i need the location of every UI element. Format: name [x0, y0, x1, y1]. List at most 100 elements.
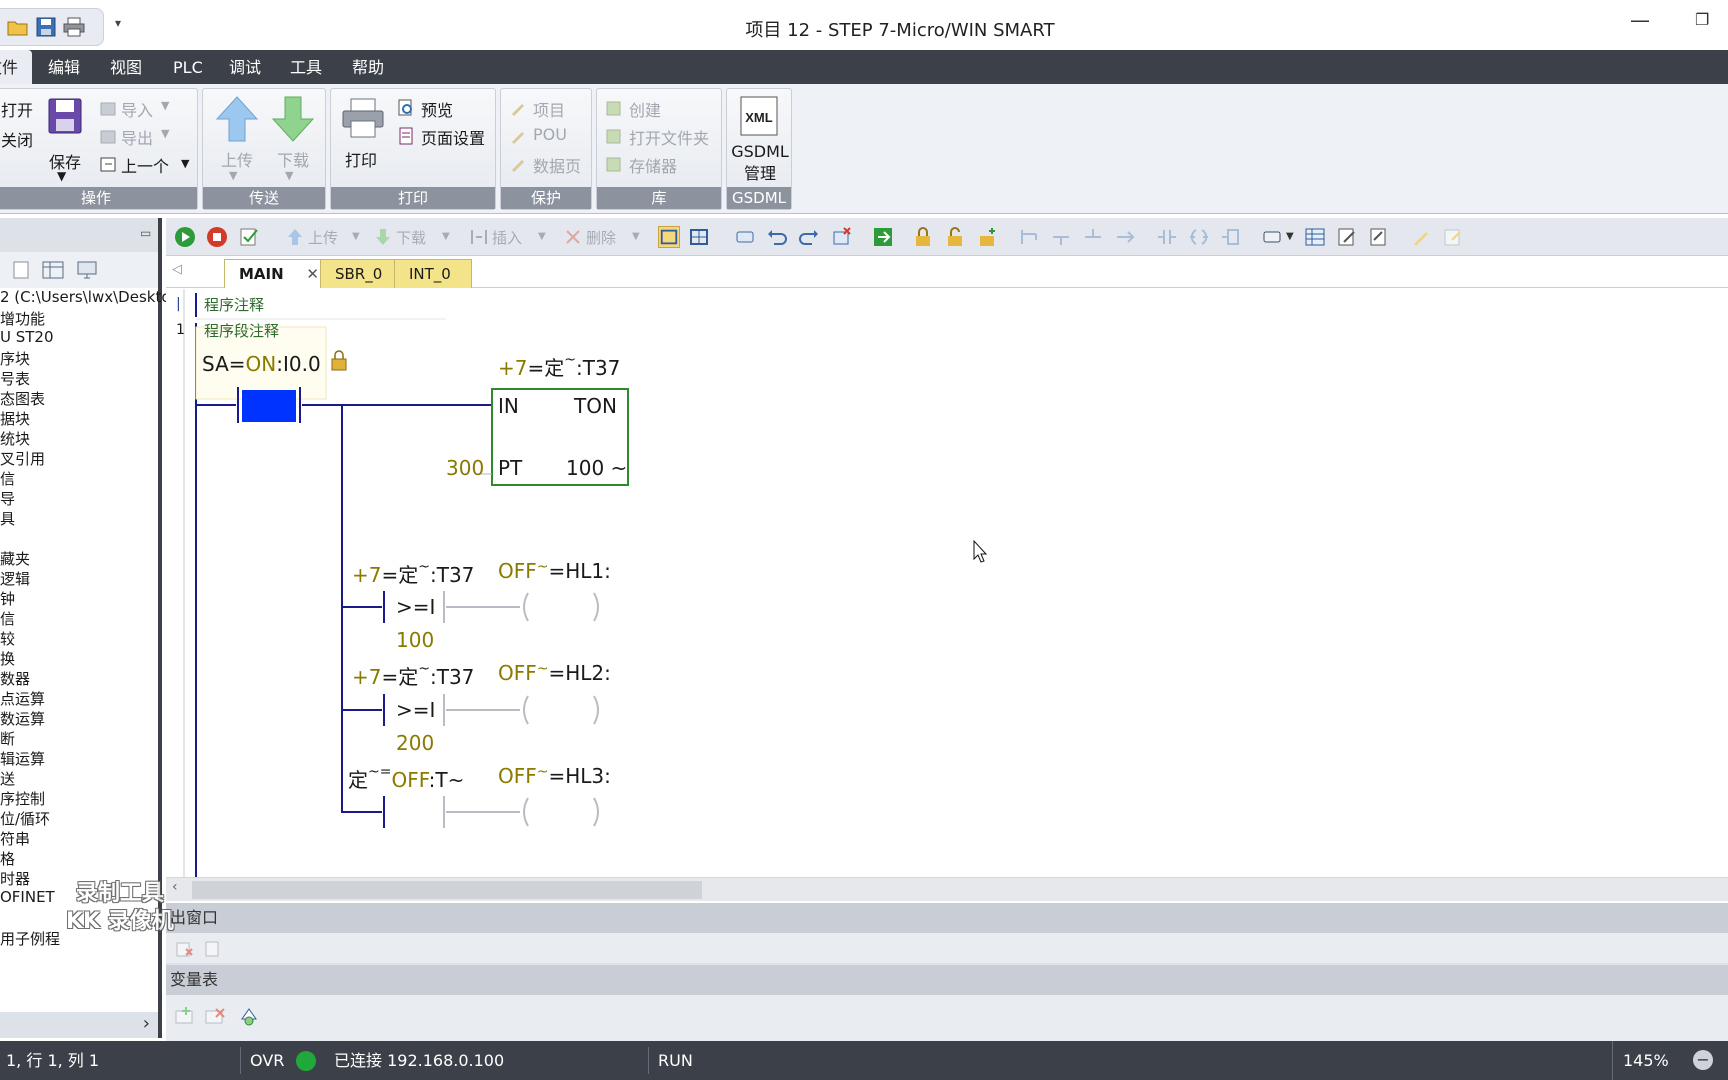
tree-item[interactable]: 2 (C:\Users\lwx\Desktop: [0, 288, 180, 306]
import-button[interactable]: 导入: [121, 97, 153, 121]
menu-debug[interactable]: 调试: [229, 50, 261, 84]
chevron-right-icon[interactable]: ›: [143, 1013, 150, 1034]
page-setup-button[interactable]: 页面设置: [421, 125, 485, 149]
insert-button[interactable]: 插入: [492, 227, 522, 248]
library-memory-button[interactable]: 存储器: [629, 153, 677, 177]
tree-item[interactable]: 逻辑: [0, 568, 30, 589]
monitor-icon[interactable]: [76, 260, 98, 280]
tree-item[interactable]: 导: [0, 488, 15, 509]
protect-project-button[interactable]: 项目: [533, 97, 565, 121]
unlock-icon[interactable]: [944, 226, 966, 248]
export-button[interactable]: 导出: [121, 125, 153, 149]
previous-button[interactable]: 上一个: [121, 153, 169, 177]
print-button[interactable]: 打印: [345, 147, 377, 171]
table-icon[interactable]: [42, 260, 64, 280]
toolbar-download-button[interactable]: 下载: [396, 227, 426, 248]
tree-item[interactable]: 序控制: [0, 788, 45, 809]
symbol-dropdown-icon[interactable]: ▼: [1286, 231, 1294, 242]
compare2-operand[interactable]: 200: [396, 731, 434, 755]
menu-view[interactable]: 视图: [110, 50, 142, 84]
create-library-button[interactable]: 创建: [629, 97, 661, 121]
gsdml-manage-button[interactable]: GSDML 管理: [731, 141, 789, 185]
menu-help[interactable]: 帮助: [352, 50, 384, 84]
tree-item[interactable]: 增功能: [0, 308, 45, 329]
tree-item[interactable]: 辑运算: [0, 748, 45, 769]
tree-item[interactable]: 统块: [0, 428, 30, 449]
tab-scroll-left-icon[interactable]: ◁: [172, 262, 182, 277]
lock-icon[interactable]: [912, 226, 934, 248]
tree-item[interactable]: 藏夹: [0, 548, 30, 569]
tree-item[interactable]: 位/循环: [0, 808, 50, 829]
menu-file[interactable]: 文件: [0, 50, 32, 84]
menu-plc[interactable]: PLC: [173, 50, 203, 84]
comment-box-icon[interactable]: [734, 226, 756, 248]
tree-item[interactable]: 信: [0, 608, 15, 629]
previous-dropdown-icon[interactable]: ▼: [181, 157, 189, 170]
redo-icon[interactable]: [798, 226, 820, 248]
tree-item[interactable]: OFINET: [0, 888, 55, 906]
toolbar-upload-button[interactable]: 上传: [308, 227, 338, 248]
status-chart-icon[interactable]: [688, 226, 710, 248]
editor-horizontal-scrollbar[interactable]: ‹: [166, 877, 1728, 901]
tab-int0[interactable]: INT_0: [394, 259, 472, 288]
tree-item[interactable]: 点运算: [0, 688, 45, 709]
close-icon[interactable]: ✕: [306, 260, 319, 289]
open-button[interactable]: 打开: [1, 97, 33, 121]
properties-icon[interactable]: [12, 260, 30, 280]
open-library-folder-button[interactable]: 打开文件夹: [629, 125, 709, 149]
clear-output-icon[interactable]: [174, 939, 194, 959]
timer-pt-value[interactable]: 300: [446, 456, 484, 480]
copy-output-icon[interactable]: [202, 939, 222, 959]
clear-icon[interactable]: [830, 226, 852, 248]
tree-item[interactable]: 据块: [0, 408, 30, 429]
tab-main[interactable]: MAIN ✕: [224, 259, 328, 288]
compare1-operand[interactable]: 100: [396, 628, 434, 652]
tree-item[interactable]: 用子例程: [0, 928, 60, 949]
tab-sbr0[interactable]: SBR_0: [320, 259, 400, 288]
tree-item[interactable]: 序块: [0, 348, 30, 369]
tree-item[interactable]: 号表: [0, 368, 30, 389]
program-status-icon[interactable]: [658, 226, 680, 248]
menu-tools[interactable]: 工具: [290, 50, 322, 84]
tree-item[interactable]: 钟: [0, 588, 15, 609]
insert-row-icon[interactable]: [174, 1005, 196, 1027]
close-button[interactable]: 关闭: [1, 127, 33, 151]
tree-item[interactable]: 换: [0, 648, 15, 669]
tree-item[interactable]: 态图表: [0, 388, 45, 409]
download-button[interactable]: 下载: [277, 147, 309, 171]
tree-item[interactable]: 数器: [0, 668, 30, 689]
symbol-tag-icon[interactable]: [1262, 226, 1284, 248]
upload-button[interactable]: 上传: [221, 147, 253, 171]
tree-item[interactable]: U ST20: [0, 328, 54, 346]
goto-icon[interactable]: [872, 226, 894, 248]
protect-pou-button[interactable]: POU: [533, 125, 567, 144]
unlock-all-icon[interactable]: [976, 226, 998, 248]
tree-item[interactable]: 符串: [0, 828, 30, 849]
scrollbar-thumb[interactable]: [192, 881, 702, 899]
tree-item[interactable]: 叉引用: [0, 448, 45, 469]
protect-data-page-button[interactable]: 数据页: [533, 153, 581, 177]
menu-edit[interactable]: 编辑: [48, 50, 80, 84]
tree-item[interactable]: 送: [0, 768, 15, 789]
tree-item[interactable]: 时器: [0, 868, 30, 889]
compare2-operator[interactable]: >=I: [396, 698, 435, 722]
save-dropdown-icon[interactable]: ▼: [57, 169, 66, 183]
undo-icon[interactable]: [766, 226, 788, 248]
preview-button[interactable]: 预览: [421, 97, 453, 121]
compare1-operator[interactable]: >=I: [396, 595, 435, 619]
tree-item[interactable]: 较: [0, 628, 15, 649]
tree-item[interactable]: 信: [0, 468, 15, 489]
variable-table-title[interactable]: 变量表: [166, 965, 1728, 995]
ladder-editor-canvas[interactable]: 程序注释 | 1 程序段注释 SA=ON:I0.0 +7=定~:T37 IN T…: [166, 289, 1728, 877]
tree-item[interactable]: 断: [0, 728, 15, 749]
delete-button[interactable]: 删除: [586, 227, 616, 248]
force-icon[interactable]: [1368, 226, 1390, 248]
project-tree-scrollbar[interactable]: ›: [0, 1012, 158, 1038]
symbol-table-icon[interactable]: [1304, 226, 1326, 248]
tree-item[interactable]: 具: [0, 508, 15, 529]
pin-icon[interactable]: ▭: [140, 226, 151, 240]
variable-tool-icon[interactable]: [238, 1005, 260, 1027]
save-large-icon[interactable]: [47, 97, 83, 135]
network-comment[interactable]: 程序段注释: [204, 320, 279, 341]
tree-item[interactable]: 格: [0, 848, 15, 869]
